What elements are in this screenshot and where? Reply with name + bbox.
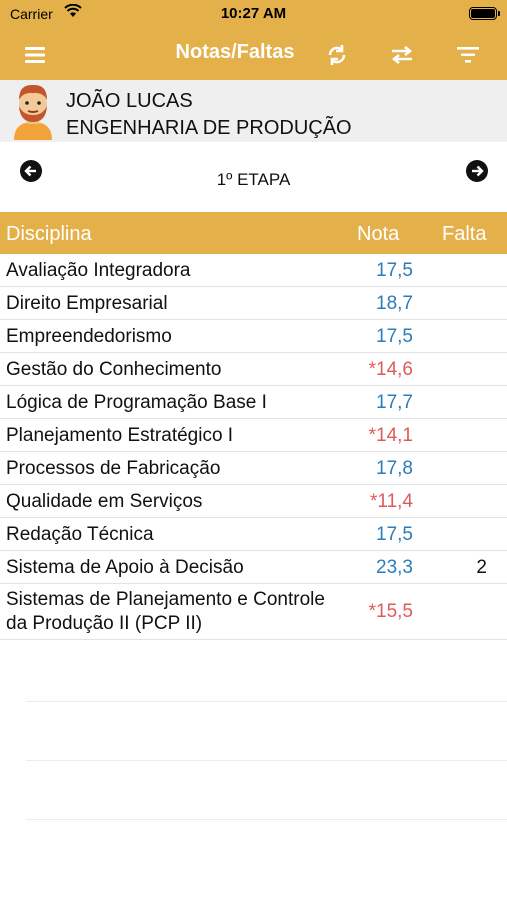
absences-value: 2 [476, 557, 487, 578]
empty-row-divider [26, 819, 507, 820]
page-title: Notas/Faltas [175, 41, 295, 63]
stage-selector: 1º ETAPA [0, 142, 507, 212]
student-course: ENGENHARIA DE PRODUÇÃO [66, 117, 352, 139]
discipline-name: Processos de Fabricação [6, 458, 221, 479]
discipline-name: Lógica de Programação Base I [6, 392, 267, 413]
table-row[interactable]: Sistemas de Planejamento e Controle da P… [0, 584, 507, 640]
discipline-name: Empreendedorismo [6, 326, 172, 347]
table-row[interactable]: Processos de Fabricação 17,8 [0, 452, 507, 485]
refresh-icon[interactable] [322, 40, 352, 70]
battery-icon [469, 7, 500, 20]
swap-icon[interactable] [387, 40, 417, 70]
top-bar: Carrier 10:27 AM Notas/Faltas [0, 0, 507, 80]
empty-row-divider [26, 760, 507, 761]
student-profile: JOÃO LUCAS ENGENHARIA DE PRODUÇÃO [0, 80, 507, 142]
table-row[interactable]: Avaliação Integradora 17,5 [0, 254, 507, 287]
grade-value: 17,5 [376, 326, 413, 347]
table-row[interactable]: Gestão do Conhecimento *14,6 [0, 353, 507, 386]
avatar [10, 82, 56, 140]
grade-value: 23,3 [376, 557, 413, 578]
grade-value: 17,7 [376, 392, 413, 413]
navigation-bar: Notas/Faltas [0, 30, 507, 80]
grade-value: *14,6 [368, 359, 413, 380]
discipline-name: Qualidade em Serviços [6, 491, 203, 512]
grades-table: Avaliação Integradora 17,5 Direito Empre… [0, 254, 507, 640]
discipline-name: Redação Técnica [6, 524, 154, 545]
discipline-name: Sistemas de Planejamento e Controle da P… [6, 589, 325, 634]
next-stage-button[interactable] [466, 160, 488, 182]
table-row[interactable]: Sistema de Apoio à Decisão 23,3 2 [0, 551, 507, 584]
grade-value: *15,5 [368, 601, 413, 622]
discipline-name: Avaliação Integradora [6, 260, 191, 281]
stage-label: 1º ETAPA [216, 170, 291, 189]
grade-value: 17,5 [376, 524, 413, 545]
header-grade: Nota [357, 223, 400, 245]
table-row[interactable]: Lógica de Programação Base I 17,7 [0, 386, 507, 419]
table-row[interactable]: Planejamento Estratégico I *14,1 [0, 419, 507, 452]
empty-row-divider [26, 701, 507, 702]
arrow-right-icon [472, 165, 484, 177]
grade-value: *14,1 [368, 425, 413, 446]
header-absences: Falta [442, 223, 487, 245]
clock: 10:27 AM [220, 5, 287, 22]
table-row[interactable]: Empreendedorismo 17,5 [0, 320, 507, 353]
table-row[interactable]: Qualidade em Serviços *11,4 [0, 485, 507, 518]
grade-value: 17,8 [376, 458, 413, 479]
discipline-name: Planejamento Estratégico I [6, 425, 234, 446]
filter-icon[interactable] [453, 40, 483, 70]
table-row[interactable]: Redação Técnica 17,5 [0, 518, 507, 551]
grade-value: 18,7 [376, 293, 413, 314]
grade-value: *11,4 [370, 491, 413, 512]
grade-value: 17,5 [376, 260, 413, 281]
table-row[interactable]: Direito Empresarial 18,7 [0, 287, 507, 320]
header-discipline: Disciplina [6, 223, 92, 245]
discipline-name: Sistema de Apoio à Decisão [6, 557, 244, 578]
discipline-name: Direito Empresarial [6, 293, 168, 314]
table-header: Disciplina Nota Falta [0, 212, 507, 254]
discipline-name: Gestão do Conhecimento [6, 359, 222, 380]
status-bar: Carrier 10:27 AM [0, 0, 507, 30]
student-name: JOÃO LUCAS [66, 90, 193, 112]
menu-icon[interactable] [20, 40, 50, 70]
